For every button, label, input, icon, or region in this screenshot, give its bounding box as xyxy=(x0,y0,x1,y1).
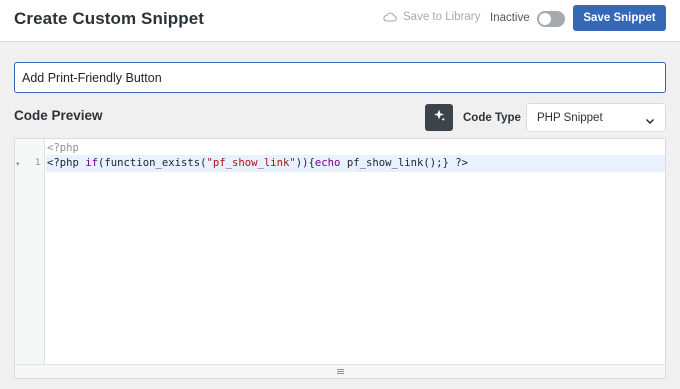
save-snippet-button[interactable]: Save Snippet xyxy=(573,5,666,31)
chevron-down-icon xyxy=(645,113,655,131)
code-type-select[interactable]: PHP Snippet xyxy=(526,103,666,132)
snippet-title-input[interactable] xyxy=(14,62,666,93)
page-header: Create Custom Snippet Save to Library In… xyxy=(0,0,680,42)
status-label: Inactive xyxy=(490,12,530,24)
code-token-plain: <?php xyxy=(47,157,86,169)
code-token-plain: )){ xyxy=(295,157,315,169)
code-preview-heading: Code Preview xyxy=(14,108,103,123)
resize-grip-icon xyxy=(336,369,344,374)
code-editor[interactable]: ▾ 1 <?php <?php if(function_exists("pf_s… xyxy=(14,138,666,379)
toggle-knob xyxy=(539,13,551,25)
save-to-library-label: Save to Library xyxy=(403,11,481,23)
editor-resize-handle[interactable] xyxy=(15,364,665,378)
code-type-selected-value: PHP Snippet xyxy=(537,112,603,124)
code-area[interactable]: <?php <?php if(function_exists("pf_show_… xyxy=(46,139,665,364)
active-toggle[interactable] xyxy=(537,11,565,27)
code-line: <?php if(function_exists("pf_show_link")… xyxy=(47,157,468,169)
line-number: 1 xyxy=(35,158,41,168)
page-title: Create Custom Snippet xyxy=(14,9,205,28)
cloud-icon xyxy=(383,12,397,22)
code-token-plain: (function_exists( xyxy=(98,157,207,169)
save-to-library-button[interactable]: Save to Library xyxy=(383,11,480,23)
code-token-plain: pf_show_link();} ?> xyxy=(340,157,468,169)
code-token-keyword: if xyxy=(85,157,99,169)
sparkle-icon xyxy=(432,108,446,127)
code-type-label: Code Type xyxy=(463,112,521,124)
ai-generate-button[interactable] xyxy=(425,104,453,131)
editor-placeholder: <?php xyxy=(47,142,79,154)
fold-arrow-icon[interactable]: ▾ xyxy=(16,160,20,168)
editor-gutter: ▾ 1 xyxy=(15,139,45,364)
code-token-string: "pf_show_link" xyxy=(206,157,296,169)
code-token-keyword: echo xyxy=(314,157,341,169)
